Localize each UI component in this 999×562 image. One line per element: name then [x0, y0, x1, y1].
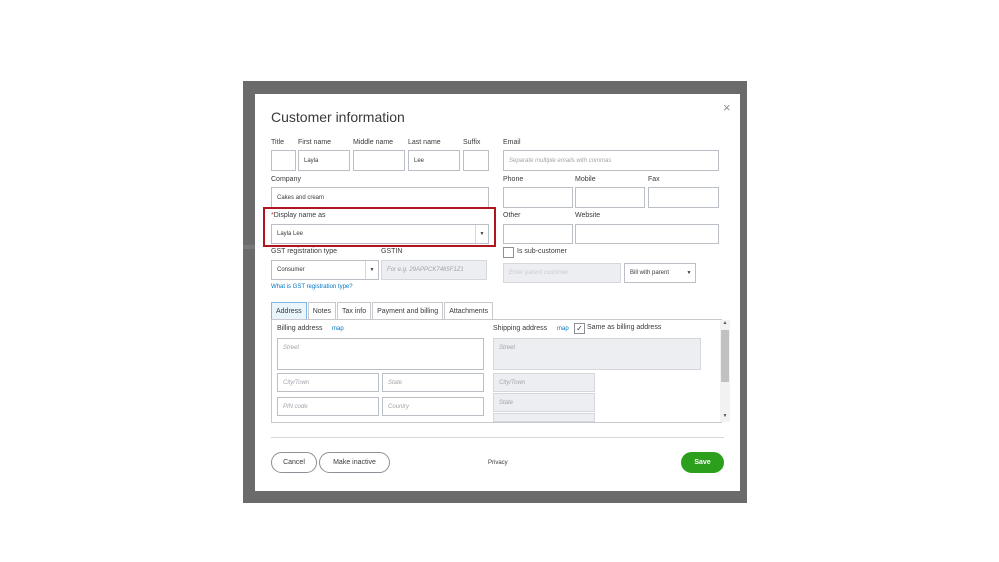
shipping-street-input[interactable]: Street — [493, 338, 701, 370]
phone-input[interactable] — [503, 187, 573, 208]
billing-country-input[interactable]: Country — [382, 397, 484, 416]
privacy-link[interactable]: Privacy — [488, 460, 508, 466]
billing-city-input[interactable]: City/Town — [277, 373, 379, 392]
gstin-label: GSTIN — [381, 248, 403, 255]
shipping-map-link[interactable]: map — [557, 326, 569, 332]
same-as-billing-label: Same as billing address — [587, 324, 662, 331]
suffix-label: Suffix — [463, 139, 481, 146]
scroll-up-icon[interactable]: ▲ — [720, 320, 730, 326]
dialog-title: Customer information — [271, 109, 405, 125]
billing-address-label: Billing address — [277, 325, 323, 332]
chevron-down-icon[interactable]: ▼ — [365, 261, 378, 279]
last-name-label: Last name — [408, 139, 441, 146]
last-name-input[interactable]: Lee — [408, 150, 460, 171]
first-name-label: First name — [298, 139, 332, 146]
chevron-down-icon[interactable]: ▼ — [475, 225, 488, 243]
email-input[interactable]: Separate multiple emails with commas — [503, 150, 719, 171]
company-input[interactable]: Cakes and cream — [271, 187, 489, 208]
gstin-placeholder: For e.g. 29APPCK7465F1Z1 — [387, 267, 464, 273]
title-input[interactable] — [271, 150, 296, 171]
billing-pin-placeholder: PIN code — [283, 403, 308, 410]
sub-customer-label: Is sub-customer — [517, 248, 567, 255]
shipping-state-input[interactable]: State — [493, 393, 595, 412]
shipping-city-placeholder: City/Town — [499, 379, 526, 386]
scroll-down-icon[interactable]: ▼ — [720, 413, 730, 419]
shipping-address-label: Shipping address — [493, 325, 548, 332]
gst-help-link[interactable]: What is GST registration type? — [271, 284, 353, 290]
parent-customer-placeholder: Enter parent customer — [509, 270, 569, 276]
gst-type-label: GST registration type — [271, 248, 338, 255]
suffix-input[interactable] — [463, 150, 489, 171]
tab-bar: Address Notes Tax info Payment and billi… — [271, 302, 494, 319]
mobile-input[interactable] — [575, 187, 645, 208]
background-fragment — [243, 245, 255, 249]
shipping-city-input[interactable]: City/Town — [493, 373, 595, 392]
phone-label: Phone — [503, 176, 524, 183]
cancel-button[interactable]: Cancel — [271, 452, 317, 473]
tab-notes[interactable]: Notes — [307, 302, 336, 319]
billing-pin-input[interactable]: PIN code — [277, 397, 379, 416]
bill-with-parent-value: Bill with parent — [630, 270, 670, 276]
middle-name-label: Middle name — [353, 139, 394, 146]
customer-information-dialog: Customer information × Title First name … — [255, 94, 740, 491]
address-panel: Billing address map Street City/Town Sta… — [271, 319, 730, 423]
parent-customer-select[interactable]: Enter parent customer — [503, 263, 621, 283]
billing-street-placeholder: Street — [283, 345, 300, 351]
sub-customer-checkbox[interactable] — [503, 247, 514, 258]
billing-state-placeholder: State — [388, 379, 403, 386]
email-placeholder: Separate multiple emails with commas — [509, 157, 612, 164]
billing-street-input[interactable]: Street — [277, 338, 484, 370]
shipping-state-placeholder: State — [499, 399, 514, 406]
footer-divider — [271, 437, 724, 438]
bill-with-parent-select[interactable]: Bill with parent ▼ — [624, 263, 696, 283]
company-label: Company — [271, 176, 301, 183]
address-scrollbar[interactable]: ▲ ▼ — [720, 320, 730, 422]
gst-type-select[interactable]: Consumer ▼ — [271, 260, 379, 280]
other-label: Other — [503, 212, 521, 219]
save-button[interactable]: Save — [681, 452, 724, 473]
website-label: Website — [575, 212, 601, 219]
display-name-value: Layla Lee — [277, 231, 304, 237]
fax-label: Fax — [648, 176, 660, 183]
billing-state-input[interactable]: State — [382, 373, 484, 392]
title-label: Title — [271, 139, 284, 146]
display-name-label-text: Display name as — [273, 212, 326, 219]
billing-city-placeholder: City/Town — [283, 379, 310, 386]
billing-map-link[interactable]: map — [332, 326, 344, 332]
tab-address[interactable]: Address — [271, 302, 307, 319]
gst-type-value: Consumer — [277, 267, 305, 273]
fax-input[interactable] — [648, 187, 719, 208]
display-name-select[interactable]: Layla Lee ▼ — [271, 224, 489, 244]
mobile-label: Mobile — [575, 176, 596, 183]
make-inactive-button[interactable]: Make inactive — [319, 452, 390, 473]
tab-payment-and-billing[interactable]: Payment and billing — [372, 302, 444, 319]
gstin-input[interactable]: For e.g. 29APPCK7465F1Z1 — [381, 260, 487, 280]
tab-tax-info[interactable]: Tax info — [336, 302, 372, 319]
first-name-input[interactable]: Layla — [298, 150, 350, 171]
middle-name-input[interactable] — [353, 150, 405, 171]
display-name-label: *Display name as — [271, 212, 325, 219]
billing-country-placeholder: Country — [388, 403, 410, 410]
website-input[interactable] — [575, 224, 719, 244]
email-label: Email — [503, 139, 521, 146]
shipping-pin-input[interactable] — [493, 413, 595, 422]
close-icon[interactable]: × — [723, 100, 731, 115]
shipping-street-placeholder: Street — [499, 345, 516, 351]
scroll-thumb[interactable] — [721, 330, 729, 382]
other-input[interactable] — [503, 224, 573, 244]
tab-attachments[interactable]: Attachments — [444, 302, 494, 319]
same-as-billing-checkbox[interactable]: ✓ — [574, 323, 585, 334]
chevron-down-icon[interactable]: ▼ — [683, 264, 695, 282]
